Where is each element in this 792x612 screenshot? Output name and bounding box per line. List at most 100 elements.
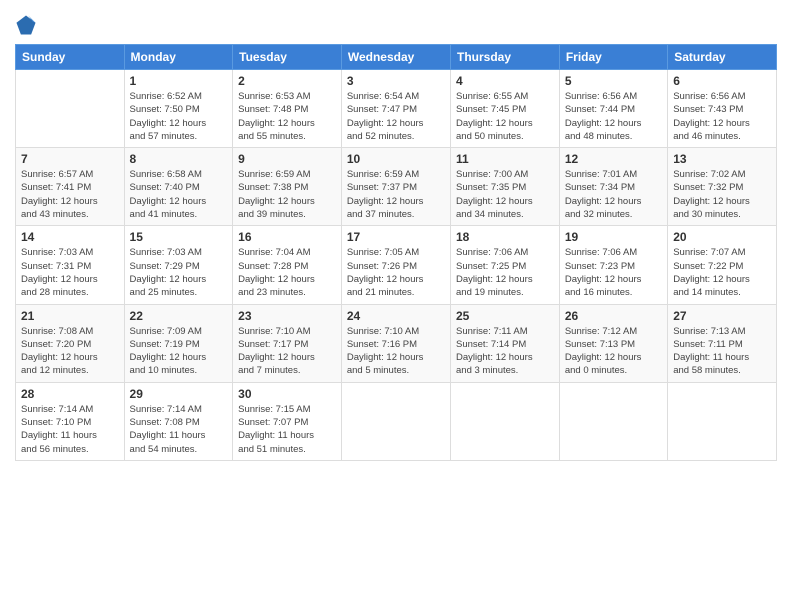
- day-number: 24: [347, 309, 445, 323]
- day-info: Sunrise: 6:52 AM Sunset: 7:50 PM Dayligh…: [130, 90, 228, 143]
- logo-icon: [15, 14, 37, 36]
- calendar-cell: 21Sunrise: 7:08 AM Sunset: 7:20 PM Dayli…: [16, 304, 125, 382]
- day-info: Sunrise: 7:06 AM Sunset: 7:23 PM Dayligh…: [565, 246, 662, 299]
- calendar-cell: [668, 382, 777, 460]
- day-number: 7: [21, 152, 119, 166]
- calendar-cell: 24Sunrise: 7:10 AM Sunset: 7:16 PM Dayli…: [341, 304, 450, 382]
- weekday-header-sunday: Sunday: [16, 45, 125, 70]
- header: [15, 10, 777, 36]
- weekday-header-wednesday: Wednesday: [341, 45, 450, 70]
- page: SundayMondayTuesdayWednesdayThursdayFrid…: [0, 0, 792, 612]
- calendar-cell: [559, 382, 667, 460]
- calendar-cell: 8 Sunrise: 6:58 AM Sunset: 7:40 PM Daylig…: [124, 148, 233, 226]
- day-number: 8: [130, 152, 228, 166]
- day-number: 23: [238, 309, 336, 323]
- calendar-cell: 4 Sunrise: 6:55 AM Sunset: 7:45 PM Daylig…: [451, 70, 560, 148]
- day-number: 19: [565, 230, 662, 244]
- calendar-cell: 29 Sunrise: 7:14 AM Sunset: 7:08 PM Dayli…: [124, 382, 233, 460]
- calendar-cell: [16, 70, 125, 148]
- day-number: 26: [565, 309, 662, 323]
- calendar-cell: 16 Sunrise: 7:04 AM Sunset: 7:28 PM Dayli…: [233, 226, 342, 304]
- week-row-4: 28 Sunrise: 7:14 AM Sunset: 7:10 PM Dayli…: [16, 382, 777, 460]
- day-number: 3: [347, 74, 445, 88]
- day-number: 28: [21, 387, 119, 401]
- day-number: 9: [238, 152, 336, 166]
- logo: [15, 14, 40, 36]
- day-info: Sunrise: 6:55 AM Sunset: 7:45 PM Dayligh…: [456, 90, 554, 143]
- day-number: 12: [565, 152, 662, 166]
- calendar-cell: [451, 382, 560, 460]
- day-info: Sunrise: 7:06 AM Sunset: 7:25 PM Dayligh…: [456, 246, 554, 299]
- day-info: Sunrise: 7:05 AM Sunset: 7:26 PM Dayligh…: [347, 246, 445, 299]
- day-info: Sunrise: 7:04 AM Sunset: 7:28 PM Dayligh…: [238, 246, 336, 299]
- calendar-cell: 11Sunrise: 7:00 AM Sunset: 7:35 PM Dayli…: [451, 148, 560, 226]
- day-number: 1: [130, 74, 228, 88]
- day-info: Sunrise: 7:09 AM Sunset: 7:19 PM Dayligh…: [130, 325, 228, 378]
- calendar-cell: 6 Sunrise: 6:56 AM Sunset: 7:43 PM Daylig…: [668, 70, 777, 148]
- week-row-0: 1 Sunrise: 6:52 AM Sunset: 7:50 PM Daylig…: [16, 70, 777, 148]
- day-info: Sunrise: 6:56 AM Sunset: 7:43 PM Dayligh…: [673, 90, 771, 143]
- day-info: Sunrise: 7:11 AM Sunset: 7:14 PM Dayligh…: [456, 325, 554, 378]
- day-number: 25: [456, 309, 554, 323]
- day-info: Sunrise: 7:01 AM Sunset: 7:34 PM Dayligh…: [565, 168, 662, 221]
- calendar-cell: 20 Sunrise: 7:07 AM Sunset: 7:22 PM Dayli…: [668, 226, 777, 304]
- day-info: Sunrise: 7:10 AM Sunset: 7:17 PM Dayligh…: [238, 325, 336, 378]
- day-info: Sunrise: 7:12 AM Sunset: 7:13 PM Dayligh…: [565, 325, 662, 378]
- calendar-cell: 5 Sunrise: 6:56 AM Sunset: 7:44 PM Daylig…: [559, 70, 667, 148]
- day-info: Sunrise: 6:56 AM Sunset: 7:44 PM Dayligh…: [565, 90, 662, 143]
- day-info: Sunrise: 6:57 AM Sunset: 7:41 PM Dayligh…: [21, 168, 119, 221]
- calendar: SundayMondayTuesdayWednesdayThursdayFrid…: [15, 44, 777, 461]
- calendar-cell: 15 Sunrise: 7:03 AM Sunset: 7:29 PM Dayli…: [124, 226, 233, 304]
- day-info: Sunrise: 6:53 AM Sunset: 7:48 PM Dayligh…: [238, 90, 336, 143]
- day-info: Sunrise: 7:08 AM Sunset: 7:20 PM Dayligh…: [21, 325, 119, 378]
- day-info: Sunrise: 6:59 AM Sunset: 7:37 PM Dayligh…: [347, 168, 445, 221]
- day-info: Sunrise: 6:59 AM Sunset: 7:38 PM Dayligh…: [238, 168, 336, 221]
- day-number: 27: [673, 309, 771, 323]
- calendar-cell: 22 Sunrise: 7:09 AM Sunset: 7:19 PM Dayli…: [124, 304, 233, 382]
- calendar-cell: 30 Sunrise: 7:15 AM Sunset: 7:07 PM Dayli…: [233, 382, 342, 460]
- day-number: 14: [21, 230, 119, 244]
- day-number: 18: [456, 230, 554, 244]
- weekday-header-saturday: Saturday: [668, 45, 777, 70]
- day-info: Sunrise: 6:58 AM Sunset: 7:40 PM Dayligh…: [130, 168, 228, 221]
- day-number: 11: [456, 152, 554, 166]
- day-number: 22: [130, 309, 228, 323]
- day-info: Sunrise: 7:14 AM Sunset: 7:10 PM Dayligh…: [21, 403, 119, 456]
- calendar-cell: 2 Sunrise: 6:53 AM Sunset: 7:48 PM Daylig…: [233, 70, 342, 148]
- week-row-2: 14 Sunrise: 7:03 AM Sunset: 7:31 PM Dayli…: [16, 226, 777, 304]
- calendar-cell: [341, 382, 450, 460]
- day-number: 20: [673, 230, 771, 244]
- calendar-cell: 26 Sunrise: 7:12 AM Sunset: 7:13 PM Dayli…: [559, 304, 667, 382]
- calendar-cell: 10Sunrise: 6:59 AM Sunset: 7:37 PM Dayli…: [341, 148, 450, 226]
- day-number: 6: [673, 74, 771, 88]
- weekday-header-thursday: Thursday: [451, 45, 560, 70]
- day-info: Sunrise: 7:03 AM Sunset: 7:31 PM Dayligh…: [21, 246, 119, 299]
- calendar-cell: 12 Sunrise: 7:01 AM Sunset: 7:34 PM Dayli…: [559, 148, 667, 226]
- calendar-cell: 14 Sunrise: 7:03 AM Sunset: 7:31 PM Dayli…: [16, 226, 125, 304]
- calendar-cell: 9 Sunrise: 6:59 AM Sunset: 7:38 PM Daylig…: [233, 148, 342, 226]
- day-info: Sunrise: 7:14 AM Sunset: 7:08 PM Dayligh…: [130, 403, 228, 456]
- day-number: 30: [238, 387, 336, 401]
- day-number: 2: [238, 74, 336, 88]
- day-number: 16: [238, 230, 336, 244]
- day-info: Sunrise: 6:54 AM Sunset: 7:47 PM Dayligh…: [347, 90, 445, 143]
- calendar-cell: 1 Sunrise: 6:52 AM Sunset: 7:50 PM Daylig…: [124, 70, 233, 148]
- calendar-cell: 7 Sunrise: 6:57 AM Sunset: 7:41 PM Daylig…: [16, 148, 125, 226]
- calendar-cell: 23 Sunrise: 7:10 AM Sunset: 7:17 PM Dayli…: [233, 304, 342, 382]
- calendar-cell: 3 Sunrise: 6:54 AM Sunset: 7:47 PM Daylig…: [341, 70, 450, 148]
- day-number: 5: [565, 74, 662, 88]
- calendar-cell: 25 Sunrise: 7:11 AM Sunset: 7:14 PM Dayli…: [451, 304, 560, 382]
- day-number: 15: [130, 230, 228, 244]
- day-info: Sunrise: 7:15 AM Sunset: 7:07 PM Dayligh…: [238, 403, 336, 456]
- day-number: 4: [456, 74, 554, 88]
- day-info: Sunrise: 7:13 AM Sunset: 7:11 PM Dayligh…: [673, 325, 771, 378]
- day-info: Sunrise: 7:07 AM Sunset: 7:22 PM Dayligh…: [673, 246, 771, 299]
- day-number: 29: [130, 387, 228, 401]
- calendar-cell: 19 Sunrise: 7:06 AM Sunset: 7:23 PM Dayli…: [559, 226, 667, 304]
- week-row-3: 21Sunrise: 7:08 AM Sunset: 7:20 PM Dayli…: [16, 304, 777, 382]
- day-number: 13: [673, 152, 771, 166]
- day-number: 17: [347, 230, 445, 244]
- weekday-header-friday: Friday: [559, 45, 667, 70]
- day-info: Sunrise: 7:03 AM Sunset: 7:29 PM Dayligh…: [130, 246, 228, 299]
- weekday-header-row: SundayMondayTuesdayWednesdayThursdayFrid…: [16, 45, 777, 70]
